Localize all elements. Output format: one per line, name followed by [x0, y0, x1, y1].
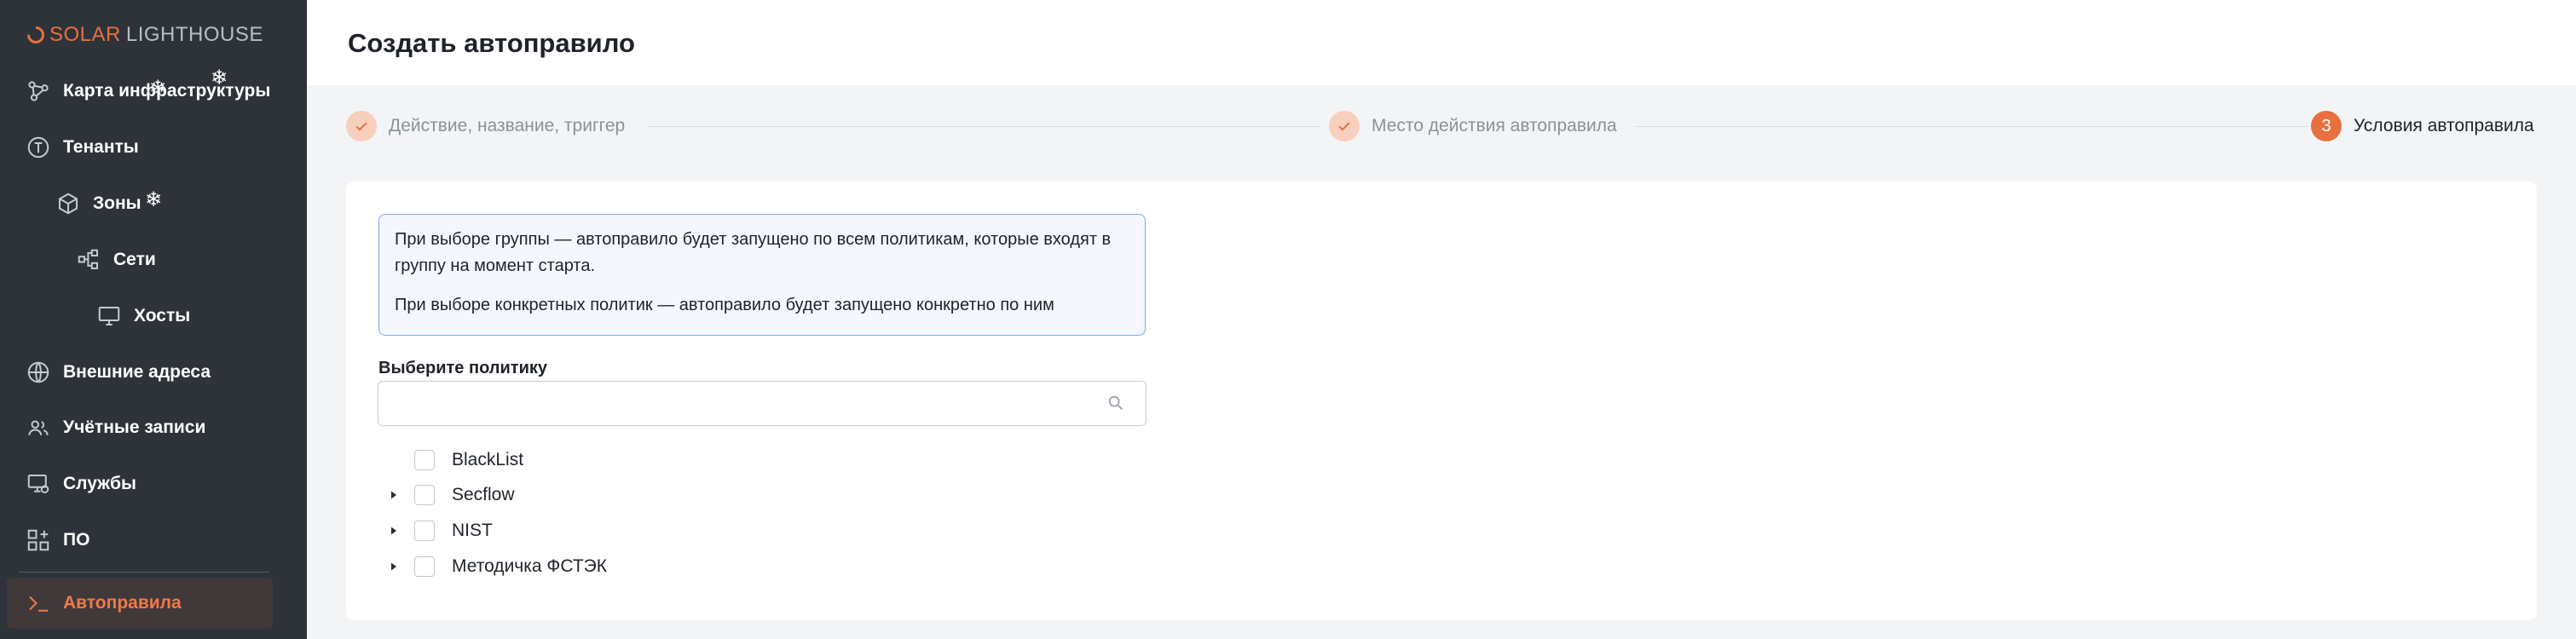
sidebar-item-label: Карта инфраструктуры [63, 81, 271, 101]
step-label: Условия автоправила [2354, 116, 2534, 135]
policy-item: Методичка ФСТЭК [384, 554, 607, 579]
policy-label: BlackList [452, 450, 524, 469]
monitor-icon [96, 303, 122, 329]
sidebar-item-external-addresses[interactable]: Внешние адреса [0, 344, 307, 400]
sidebar-item-label: Хосты [134, 306, 191, 325]
sidebar-item-label: Внешние адреса [63, 362, 211, 382]
expand-caret-icon[interactable] [384, 556, 404, 577]
policy-search-input[interactable] [378, 381, 1146, 426]
network-icon [76, 247, 101, 273]
sidebar-item-label: Тенанты [63, 137, 139, 157]
policy-checkbox[interactable] [414, 556, 435, 577]
logo[interactable]: SOLAR LIGHTHOUSE [23, 22, 263, 48]
step-connector [648, 126, 1321, 127]
step-number: 3 [2311, 111, 2342, 141]
page-title: Создать автоправило [348, 28, 635, 58]
info-text: При выборе конкретных политик — автоправ… [395, 296, 1054, 314]
policy-item: NIST [384, 518, 493, 544]
logo-text-primary: SOLAR [49, 23, 121, 46]
sidebar-item-label: Учётные записи [63, 417, 206, 437]
step-connector [1635, 126, 2308, 127]
sidebar-item-label: Зоны [93, 193, 142, 213]
sidebar-item-software[interactable]: ПО [0, 512, 307, 568]
info-alert: При выборе группы — автоправило будет за… [378, 214, 1146, 336]
step-label: Действие, название, триггер [389, 116, 626, 135]
policy-item: Secflow [384, 482, 515, 508]
step-1[interactable]: Действие, название, триггер [346, 111, 625, 141]
terminal-icon [26, 590, 51, 616]
sidebar-item-services[interactable]: Службы [0, 456, 307, 512]
users-icon [26, 415, 51, 440]
step-label: Место действия автоправила [1372, 116, 1617, 135]
policy-label: Выберите политику [378, 359, 548, 377]
sidebar-item-accounts[interactable]: Учётные записи [0, 400, 307, 456]
service-icon [26, 471, 51, 497]
page-header: Создать автоправило [307, 0, 2576, 85]
globe-icon [26, 360, 51, 385]
network-map-icon [26, 78, 51, 104]
logo-text-secondary: LIGHTHOUSE [125, 23, 263, 46]
sidebar-item-label: Службы [63, 474, 136, 493]
sidebar-item-autorules[interactable]: Автоправила [7, 578, 273, 629]
policy-checkbox[interactable] [414, 521, 435, 541]
policy-item: BlackList [384, 447, 523, 473]
snowflake-icon: ❄ [145, 188, 163, 211]
snowflake-icon: ❄ [211, 66, 228, 89]
info-text: При выборе группы — автоправило будет за… [395, 230, 1112, 275]
policy-checkbox[interactable] [414, 450, 435, 470]
step-2[interactable]: Место действия автоправила [1329, 111, 1617, 141]
expand-caret-icon[interactable] [384, 485, 404, 505]
sidebar-item-networks[interactable]: Сети [0, 232, 307, 288]
sidebar-item-hosts[interactable]: Хосты [0, 288, 307, 344]
sidebar-divider [19, 572, 269, 573]
sidebar: SOLAR LIGHTHOUSE Карта инфраструктуры ❄ … [0, 0, 307, 639]
expand-caret-icon[interactable] [384, 521, 404, 541]
check-icon [1329, 111, 1360, 141]
tenant-icon [26, 135, 51, 160]
step-3[interactable]: 3 Условия автоправила [2311, 111, 2534, 141]
policy-label: Secflow [452, 485, 515, 504]
sidebar-item-label: ПО [63, 530, 90, 550]
cube-icon [55, 191, 81, 216]
policy-checkbox[interactable] [414, 485, 435, 505]
policy-label: NIST [452, 521, 493, 540]
logo-icon [23, 22, 49, 48]
sidebar-item-label: Сети [113, 250, 156, 269]
sidebar-item-tenants[interactable]: Тенанты [0, 119, 307, 176]
search-icon[interactable] [1106, 394, 1125, 412]
apps-icon [26, 527, 51, 553]
sidebar-item-label: Автоправила [63, 593, 182, 613]
policy-label: Методичка ФСТЭК [452, 556, 607, 576]
check-icon [346, 111, 377, 141]
snowflake-icon: ❄ [149, 77, 167, 100]
